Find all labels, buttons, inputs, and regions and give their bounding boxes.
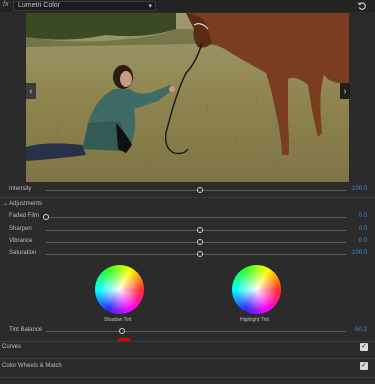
- adjustments-header[interactable]: ⌄ Adjustments: [0, 200, 375, 212]
- vibrance-slider-track[interactable]: [46, 242, 346, 243]
- saturation-row: Saturation 100.0: [0, 249, 375, 261]
- color-wheels-enable-checkbox[interactable]: ✓: [360, 362, 368, 370]
- saturation-value[interactable]: 100.0: [352, 250, 367, 256]
- vibrance-slider-thumb[interactable]: [197, 239, 203, 245]
- faded-film-row: Faded Film 0.0: [0, 212, 375, 224]
- intensity-slider-thumb[interactable]: [197, 187, 203, 193]
- effect-dropdown-label: Lumetri Color: [18, 2, 61, 9]
- saturation-slider-track[interactable]: [46, 254, 346, 255]
- faded-film-value[interactable]: 0.0: [359, 213, 367, 219]
- highlight-tint-label: Highlight Tint: [240, 317, 269, 323]
- color-wheels-section-header[interactable]: Color Wheels & Match ✓: [0, 362, 375, 376]
- chevron-down-icon[interactable]: ⌄: [3, 200, 8, 207]
- sharpen-value[interactable]: 0.0: [359, 226, 367, 232]
- reset-icon[interactable]: [357, 1, 367, 11]
- effect-header-bar: fx Lumetri Color ▾: [0, 0, 375, 12]
- vibrance-value[interactable]: 0.0: [359, 238, 367, 244]
- tint-balance-row: Tint Balance -50.2: [0, 326, 375, 338]
- shadow-tint-wheel[interactable]: +: [95, 265, 144, 314]
- tint-balance-slider-track[interactable]: [46, 331, 346, 332]
- faded-film-slider-track[interactable]: [46, 217, 346, 218]
- sharpen-label: Sharpen: [9, 226, 32, 232]
- divider: [0, 197, 375, 198]
- divider: [0, 377, 375, 378]
- sharpen-slider-thumb[interactable]: [197, 227, 203, 233]
- curves-section-header[interactable]: Curves ✓: [0, 343, 375, 357]
- tint-balance-slider-thumb[interactable]: [119, 328, 125, 334]
- vibrance-row: Vibrance 0.0: [0, 237, 375, 249]
- divider: [0, 341, 375, 342]
- saturation-label: Saturation: [9, 250, 37, 256]
- divider: [0, 358, 375, 359]
- vibrance-label: Vibrance: [9, 238, 33, 244]
- faded-film-label: Faded Film: [9, 213, 40, 219]
- chevron-down-icon: ▾: [148, 3, 152, 10]
- intensity-label: Intensity: [9, 186, 32, 192]
- sharpen-slider-track[interactable]: [46, 230, 346, 231]
- curves-label: Curves: [2, 344, 22, 350]
- tint-balance-label: Tint Balance: [9, 327, 43, 333]
- intensity-slider-track[interactable]: [46, 190, 346, 191]
- fx-label: fx: [3, 1, 9, 8]
- intensity-row: Intensity 100.0: [0, 185, 375, 197]
- faded-film-slider-thumb[interactable]: [43, 214, 49, 220]
- sharpen-row: Sharpen 0.0: [0, 225, 375, 237]
- tint-balance-value[interactable]: -50.2: [353, 327, 367, 333]
- color-wheels-label: Color Wheels & Match: [2, 363, 62, 369]
- crosshair-icon: +: [254, 285, 259, 292]
- next-frame-button[interactable]: ›: [340, 83, 350, 99]
- intensity-value[interactable]: 100.0: [352, 186, 367, 192]
- video-preview: [26, 13, 349, 182]
- curves-enable-checkbox[interactable]: ✓: [360, 343, 368, 351]
- effect-dropdown[interactable]: Lumetri Color ▾: [13, 1, 156, 11]
- previous-frame-button[interactable]: ‹: [26, 83, 36, 99]
- adjustments-label: Adjustments: [9, 201, 43, 207]
- crosshair-icon: +: [117, 285, 122, 292]
- shadow-tint-label: Shadow Tint: [104, 317, 132, 323]
- saturation-slider-thumb[interactable]: [197, 251, 203, 257]
- highlight-tint-wheel[interactable]: +: [232, 265, 281, 314]
